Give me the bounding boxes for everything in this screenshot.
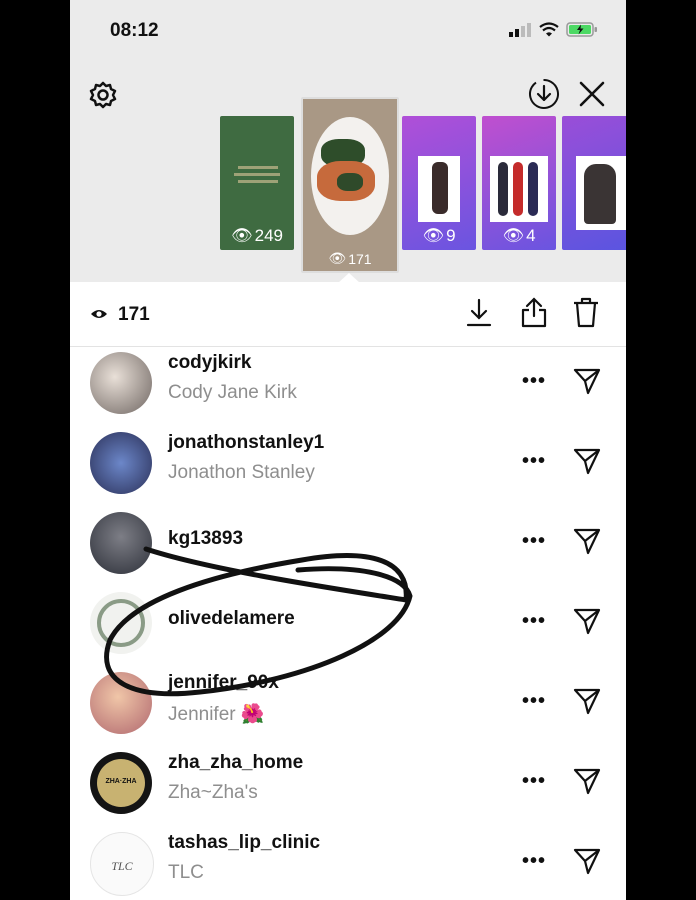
viewer-username[interactable]: jennifer_90x xyxy=(168,672,279,694)
avatar[interactable] xyxy=(90,432,152,494)
eye-icon: 👁 xyxy=(328,250,347,266)
phone-screen: 08:12 👁 249 👁 171 👁 9 👁 4 171 codyjkirk … xyxy=(70,0,626,900)
viewer-username[interactable]: kg13893 xyxy=(168,528,243,550)
more-options-button[interactable]: ••• xyxy=(522,450,546,473)
eye-icon: 👁 xyxy=(422,226,445,245)
viewer-full-name: Cody Jane Kirk xyxy=(168,382,297,403)
story-thumbnail-3[interactable]: 👁 9 xyxy=(402,116,476,250)
more-options-button[interactable]: ••• xyxy=(522,370,546,393)
story-tray-area: 08:12 👁 249 👁 171 👁 9 👁 4 xyxy=(70,0,626,283)
send-icon[interactable] xyxy=(572,846,602,876)
story-view-count: 👁 9 xyxy=(422,226,456,245)
avatar-text: TLC xyxy=(111,859,133,873)
status-time: 08:12 xyxy=(110,20,159,41)
battery-icon xyxy=(566,22,597,37)
story-view-count: 👁 249 xyxy=(231,226,283,245)
viewer-row-tashas-lip-clinic[interactable]: TLC tashas_lip_clinic TLC ••• xyxy=(70,826,626,900)
download-circle-icon[interactable] xyxy=(528,78,560,110)
eye-icon: 👁 xyxy=(502,226,525,245)
more-options-button[interactable]: ••• xyxy=(522,850,546,873)
viewer-row-zha-zha-home[interactable]: ZHA·ZHA zha_zha_home Zha~Zha's ••• xyxy=(70,746,626,826)
more-options-button[interactable]: ••• xyxy=(522,770,546,793)
story-view-count: 👁 171 xyxy=(328,250,372,267)
send-icon[interactable] xyxy=(572,686,602,716)
story-thumbnail-2-selected[interactable]: 👁 171 xyxy=(301,97,399,273)
status-icons xyxy=(508,22,598,37)
more-options-button[interactable]: ••• xyxy=(522,690,546,713)
eye-icon xyxy=(91,310,107,318)
more-options-button[interactable]: ••• xyxy=(522,610,546,633)
story-thumbnail-4[interactable]: 👁 4 xyxy=(482,116,556,250)
share-icon[interactable] xyxy=(520,296,548,328)
viewer-username[interactable]: tashas_lip_clinic xyxy=(168,832,320,854)
viewers-toolbar: 171 xyxy=(70,282,626,347)
viewer-row-codyjkirk[interactable]: codyjkirk Cody Jane Kirk ••• xyxy=(70,346,626,426)
viewer-row-olivedelamere[interactable]: olivedelamere ••• xyxy=(70,586,626,666)
viewer-row-jennifer-90x[interactable]: jennifer_90x Jennifer 🌺 ••• xyxy=(70,666,626,746)
send-icon[interactable] xyxy=(572,606,602,636)
send-icon[interactable] xyxy=(572,766,602,796)
viewer-username[interactable]: codyjkirk xyxy=(168,352,251,374)
viewer-full-name: Jonathon Stanley xyxy=(168,462,315,483)
viewer-full-name: Zha~Zha's xyxy=(168,782,258,803)
send-icon[interactable] xyxy=(572,526,602,556)
viewer-username[interactable]: zha_zha_home xyxy=(168,752,303,774)
more-options-button[interactable]: ••• xyxy=(522,530,546,553)
avatar[interactable] xyxy=(90,592,152,654)
avatar[interactable] xyxy=(90,672,152,734)
story-view-count: 👁 4 xyxy=(502,226,536,245)
trash-icon[interactable] xyxy=(572,296,600,328)
avatar-text: ZHA·ZHA xyxy=(105,778,137,785)
signal-icon xyxy=(509,22,531,37)
send-icon[interactable] xyxy=(572,446,602,476)
send-icon[interactable] xyxy=(572,366,602,396)
viewer-full-name: Jennifer 🌺 xyxy=(168,704,265,725)
story-thumbnail-1[interactable]: 👁 249 xyxy=(220,116,294,250)
avatar[interactable] xyxy=(90,512,152,574)
avatar[interactable] xyxy=(90,352,152,414)
view-count: 171 xyxy=(118,304,150,325)
viewer-username[interactable]: olivedelamere xyxy=(168,608,295,630)
close-icon[interactable] xyxy=(578,80,606,108)
avatar[interactable]: TLC xyxy=(90,832,154,896)
viewer-full-name: TLC xyxy=(168,862,204,883)
wifi-icon xyxy=(539,22,559,37)
viewer-username[interactable]: jonathonstanley1 xyxy=(168,432,324,454)
story-thumbnail-5[interactable] xyxy=(562,116,626,250)
download-icon[interactable] xyxy=(466,298,492,328)
viewer-row-kg13893[interactable]: kg13893 ••• xyxy=(70,506,626,586)
eye-icon: 👁 xyxy=(231,226,253,245)
gear-icon[interactable] xyxy=(88,80,118,110)
viewer-row-jonathonstanley1[interactable]: jonathonstanley1 Jonathon Stanley ••• xyxy=(70,426,626,506)
avatar[interactable]: ZHA·ZHA xyxy=(90,752,152,814)
